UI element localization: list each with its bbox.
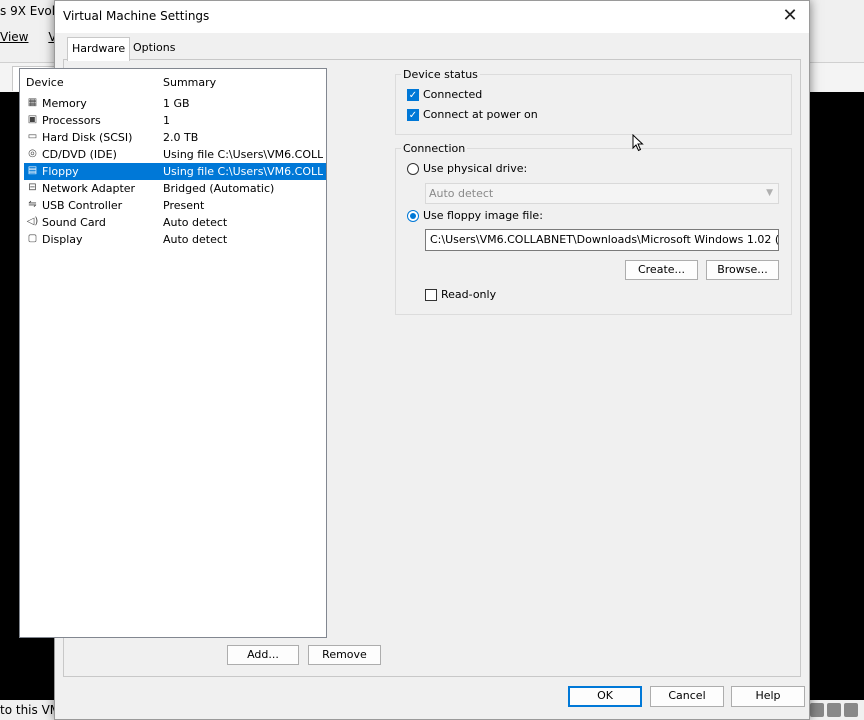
dialog-title: Virtual Machine Settings	[63, 9, 210, 23]
header-device[interactable]: Device	[26, 76, 64, 89]
device-name: Sound Card	[42, 216, 106, 229]
device-row-hard-disk[interactable]: ▭ Hard Disk (SCSI) 2.0 TB	[24, 129, 326, 146]
cancel-button[interactable]: Cancel	[650, 686, 724, 707]
device-row-floppy[interactable]: ▤ Floppy Using file C:\Users\VM6.COLL...	[24, 163, 326, 180]
device-name: Floppy	[42, 165, 79, 178]
help-button[interactable]: Help	[731, 686, 805, 707]
device-name: Hard Disk (SCSI)	[42, 131, 133, 144]
dialog-titlebar: Virtual Machine Settings ✕	[55, 1, 809, 33]
header-summary[interactable]: Summary	[163, 76, 216, 89]
use-floppy-image-radio[interactable]	[407, 210, 419, 222]
connect-at-power-on-label[interactable]: Connect at power on	[423, 108, 538, 121]
tab-options[interactable]: Options	[129, 37, 179, 59]
device-summary: 2.0 TB	[163, 131, 199, 144]
device-summary: 1 GB	[163, 97, 190, 110]
device-summary: Present	[163, 199, 205, 212]
device-row-processors[interactable]: ▣ Processors 1	[24, 112, 326, 129]
connected-checkbox[interactable]: ✓	[407, 89, 419, 101]
use-physical-drive-radio[interactable]	[407, 163, 419, 175]
mouse-cursor-icon	[632, 134, 644, 152]
device-list-header: Device Summary	[26, 76, 316, 92]
tray-device-icon[interactable]	[827, 703, 841, 717]
browse-button[interactable]: Browse...	[706, 260, 779, 280]
device-summary: Auto detect	[163, 233, 228, 246]
processor-icon: ▣	[27, 114, 38, 125]
device-row-network-adapter[interactable]: ⊟ Network Adapter Bridged (Automatic)	[24, 180, 326, 197]
device-list[interactable]: Device Summary ▦ Memory 1 GB ▣ Processor…	[19, 68, 327, 638]
use-floppy-image-label[interactable]: Use floppy image file:	[423, 209, 543, 222]
use-physical-drive-label[interactable]: Use physical drive:	[423, 162, 527, 175]
read-only-checkbox[interactable]	[425, 289, 437, 301]
cd-dvd-icon: ◎	[28, 148, 37, 159]
close-icon[interactable]: ✕	[779, 5, 801, 27]
tab-hardware[interactable]: Hardware	[67, 37, 131, 61]
ok-button[interactable]: OK	[568, 686, 642, 707]
usb-controller-icon: ⇋	[28, 199, 37, 210]
floppy-image-path-input[interactable]: C:\Users\VM6.COLLABNET\Downloads\Microso…	[425, 229, 779, 251]
device-row-memory[interactable]: ▦ Memory 1 GB	[24, 95, 326, 112]
remove-button[interactable]: Remove	[308, 645, 381, 665]
read-only-label[interactable]: Read-only	[441, 288, 496, 301]
chevron-down-icon: ▼	[766, 188, 773, 198]
display-icon: ▢	[27, 233, 38, 244]
device-summary: Auto detect	[163, 216, 228, 229]
hard-disk-icon: ▭	[27, 131, 38, 142]
device-summary: 1	[163, 114, 170, 127]
device-row-usb-controller[interactable]: ⇋ USB Controller Present	[24, 197, 326, 214]
memory-icon: ▦	[27, 97, 38, 108]
floppy-icon: ▤	[27, 165, 38, 176]
connection-label: Connection	[401, 142, 468, 155]
device-name: Memory	[42, 97, 87, 110]
network-adapter-icon: ⊟	[28, 182, 37, 193]
device-name: Processors	[42, 114, 101, 127]
device-summary: Using file C:\Users\VM6.COLL...	[163, 148, 323, 161]
device-status-label: Device status	[401, 68, 480, 81]
device-name: CD/DVD (IDE)	[42, 148, 117, 161]
device-summary: Bridged (Automatic)	[163, 182, 275, 195]
device-row-sound-card[interactable]: ◁) Sound Card Auto detect	[24, 214, 326, 231]
device-name: Network Adapter	[42, 182, 136, 195]
connected-label[interactable]: Connected	[423, 88, 482, 101]
menu-view[interactable]: View	[0, 30, 28, 44]
tray-device-icon[interactable]	[844, 703, 858, 717]
device-status-group	[395, 74, 792, 135]
add-button[interactable]: Add...	[227, 645, 299, 665]
sound-card-icon: ◁)	[26, 216, 39, 227]
create-button[interactable]: Create...	[625, 260, 698, 280]
device-name: Display	[42, 233, 83, 246]
device-row-display[interactable]: ▢ Display Auto detect	[24, 231, 326, 248]
physical-drive-select: Auto detect ▼	[425, 183, 779, 204]
device-name: USB Controller	[42, 199, 123, 212]
tray-device-icon[interactable]	[810, 703, 824, 717]
device-summary: Using file C:\Users\VM6.COLL...	[163, 165, 323, 178]
connect-at-power-on-checkbox[interactable]: ✓	[407, 109, 419, 121]
device-row-cd-dvd[interactable]: ◎ CD/DVD (IDE) Using file C:\Users\VM6.C…	[24, 146, 326, 163]
physical-drive-value: Auto detect	[429, 187, 494, 200]
